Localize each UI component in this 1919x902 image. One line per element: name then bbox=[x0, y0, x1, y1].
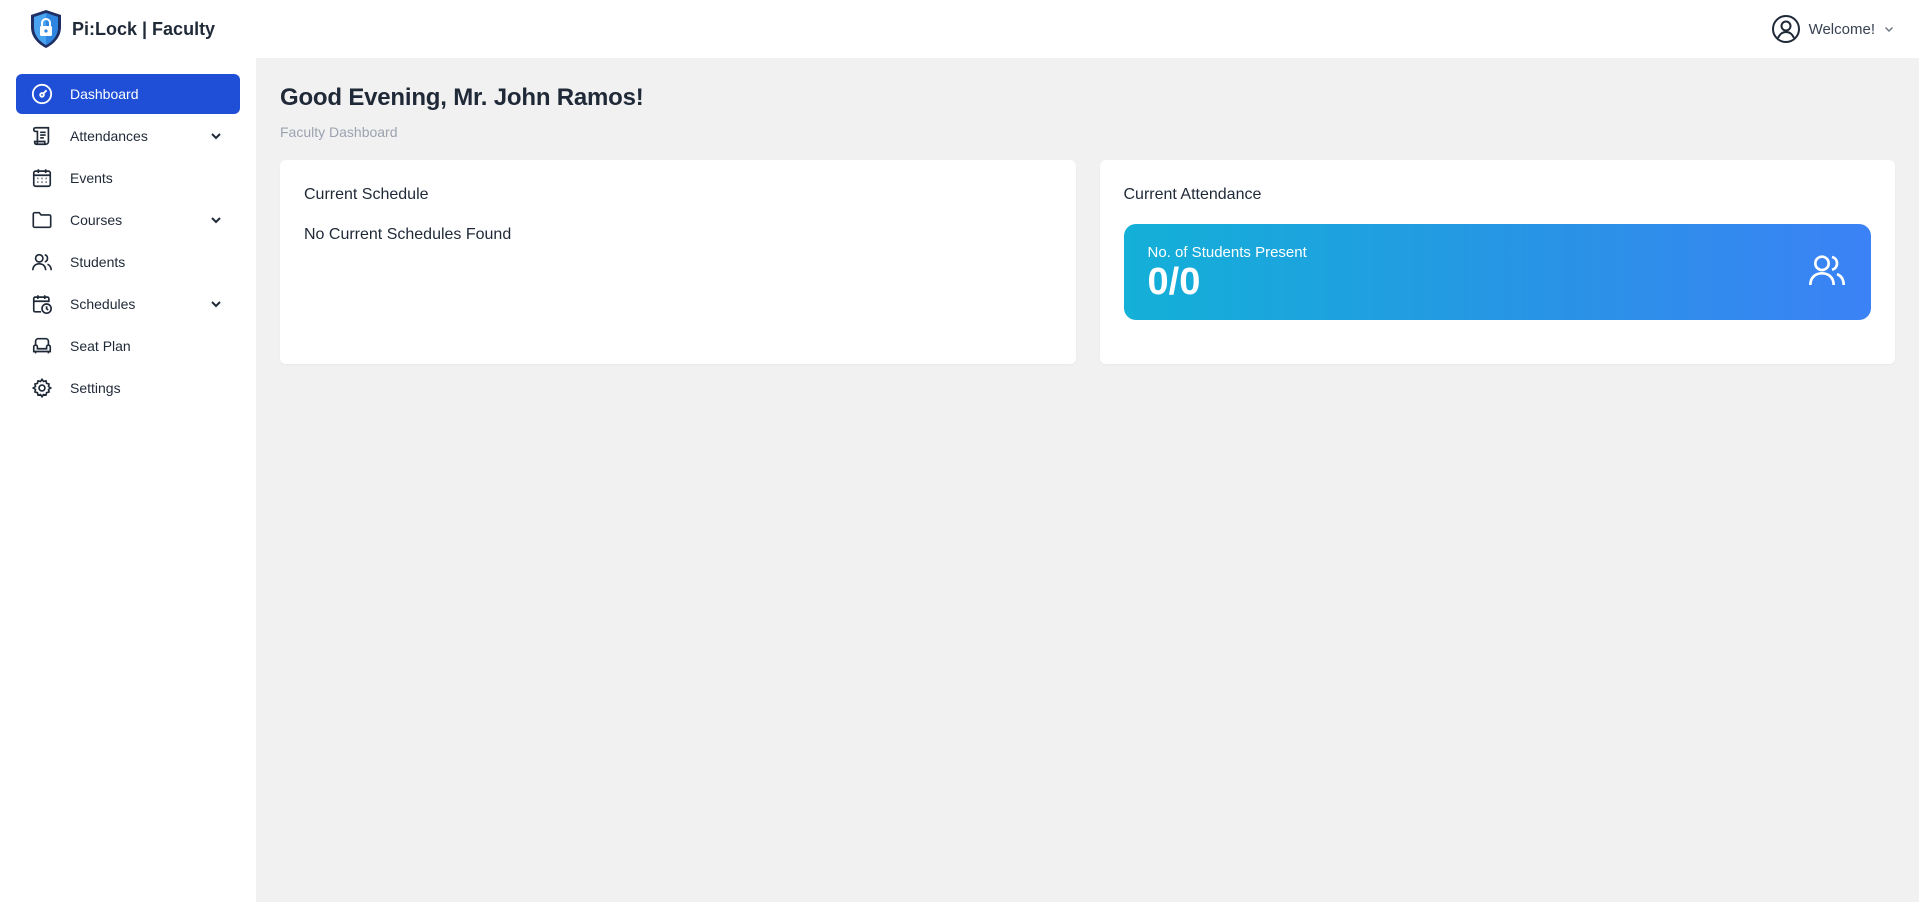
folder-icon bbox=[30, 208, 54, 232]
students-present-stat: No. of Students Present 0/0 bbox=[1123, 224, 1871, 320]
user-menu[interactable]: Welcome! bbox=[1771, 14, 1895, 44]
users-icon bbox=[30, 250, 54, 274]
sidebar-item-seat-plan[interactable]: Seat Plan bbox=[16, 326, 240, 366]
sidebar-item-courses[interactable]: Courses bbox=[16, 200, 240, 240]
current-schedule-card: Current Schedule No Current Schedules Fo… bbox=[280, 160, 1076, 364]
sidebar-item-label: Schedules bbox=[70, 296, 136, 312]
chevron-down-icon[interactable] bbox=[208, 212, 224, 228]
sidebar-item-students[interactable]: Students bbox=[16, 242, 240, 282]
stat-label: No. of Students Present bbox=[1147, 243, 1307, 261]
user-circle-icon bbox=[1771, 14, 1801, 44]
armchair-icon bbox=[30, 334, 54, 358]
chevron-down-icon[interactable] bbox=[208, 296, 224, 312]
sidebar-item-attendances[interactable]: Attendances bbox=[16, 116, 240, 156]
sidebar-item-label: Events bbox=[70, 170, 113, 186]
sidebar-item-schedules[interactable]: Schedules bbox=[16, 284, 240, 324]
sidebar-item-settings[interactable]: Settings bbox=[16, 368, 240, 408]
sidebar: Dashboard Attendances Events Courses Stu… bbox=[0, 58, 256, 902]
page-subtitle: Faculty Dashboard bbox=[280, 124, 398, 140]
chevron-down-icon[interactable] bbox=[208, 128, 224, 144]
main-content: Good Evening, Mr. John Ramos! Faculty Da… bbox=[256, 58, 1919, 902]
gauge-icon bbox=[30, 82, 54, 106]
chevron-down-icon bbox=[1883, 23, 1895, 35]
shield-lock-icon bbox=[28, 9, 64, 49]
sidebar-item-label: Settings bbox=[70, 380, 121, 396]
sidebar-item-label: Seat Plan bbox=[70, 338, 131, 354]
sidebar-item-label: Attendances bbox=[70, 128, 148, 144]
card-title: Current Schedule bbox=[304, 186, 429, 203]
dashboard-cards: Current Schedule No Current Schedules Fo… bbox=[280, 160, 1895, 364]
stat-text: No. of Students Present 0/0 bbox=[1148, 244, 1307, 301]
brand-name: Pi:Lock | Faculty bbox=[72, 18, 216, 39]
sidebar-item-label: Students bbox=[70, 254, 126, 270]
sidebar-item-dashboard[interactable]: Dashboard bbox=[16, 74, 240, 114]
stat-value: 0/0 bbox=[1147, 260, 1201, 303]
sidebar-item-events[interactable]: Events bbox=[16, 158, 240, 198]
calendar-clock-icon bbox=[30, 292, 54, 316]
brand[interactable]: Pi:Lock | Faculty bbox=[28, 9, 215, 49]
user-menu-label: Welcome! bbox=[1808, 20, 1875, 38]
gear-icon bbox=[30, 376, 54, 400]
sidebar-item-label: Dashboard bbox=[70, 86, 139, 102]
scroll-icon bbox=[30, 124, 54, 148]
top-bar: Pi:Lock | Faculty Welcome! bbox=[0, 0, 1919, 58]
calendar-icon bbox=[30, 166, 54, 190]
current-attendance-card: Current Attendance No. of Students Prese… bbox=[1099, 160, 1895, 364]
card-title: Current Attendance bbox=[1123, 186, 1262, 203]
users-icon bbox=[1807, 250, 1847, 295]
page-title: Good Evening, Mr. John Ramos! bbox=[280, 84, 644, 111]
empty-state-text: No Current Schedules Found bbox=[304, 226, 512, 243]
sidebar-item-label: Courses bbox=[70, 212, 123, 228]
